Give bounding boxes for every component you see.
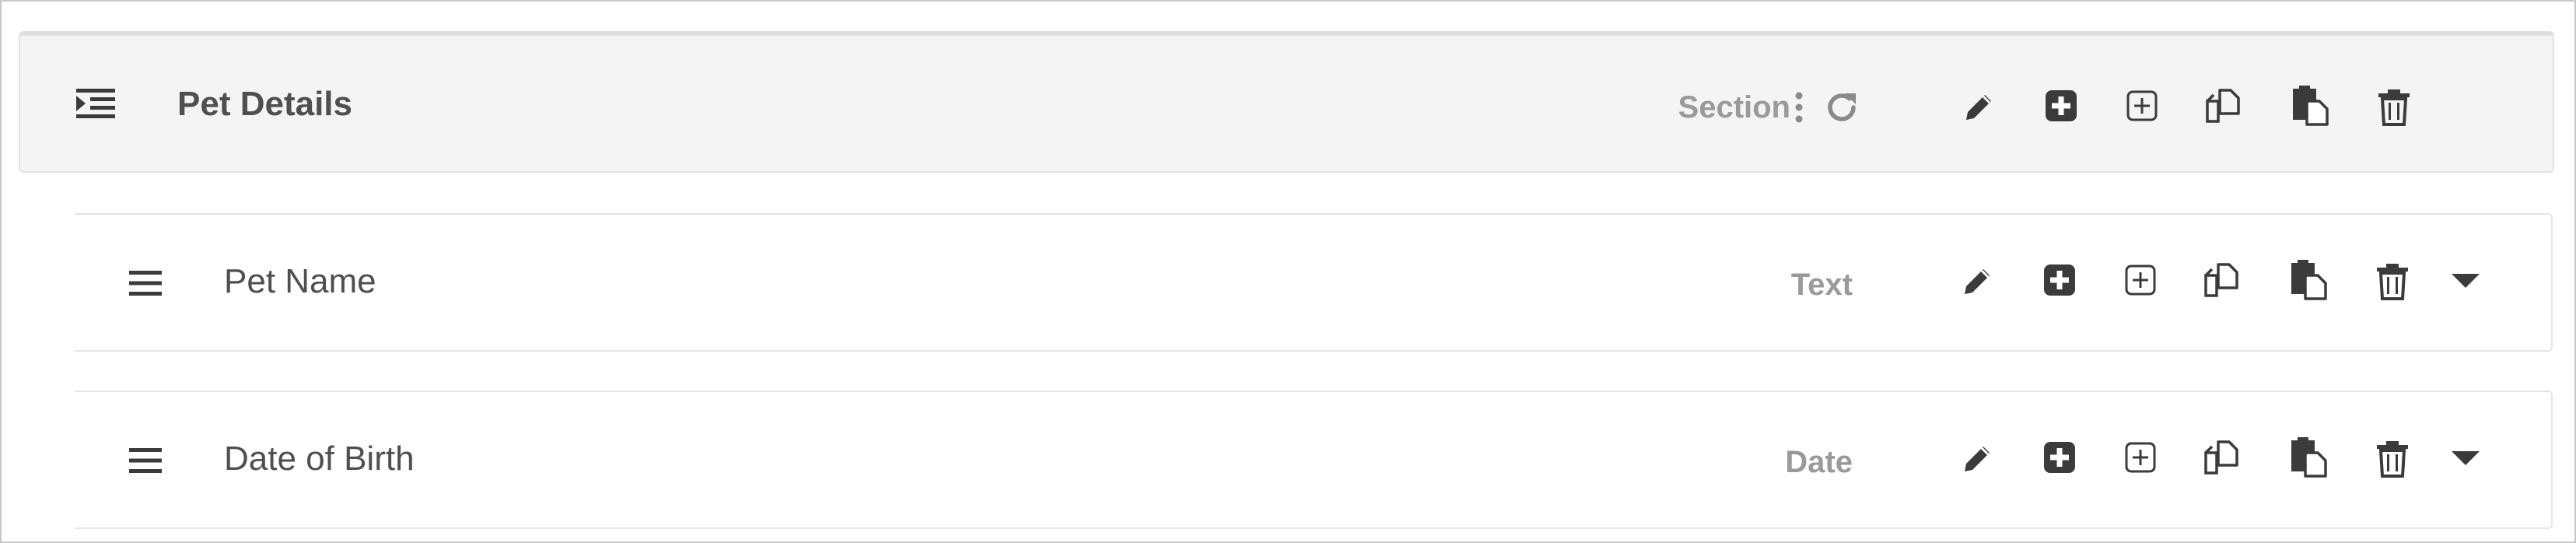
- pencil-icon[interactable]: [1958, 440, 1996, 478]
- field-title: Pet Name: [224, 262, 376, 300]
- trash-icon[interactable]: [2375, 263, 2410, 300]
- field-row-pet-name[interactable]: Pet Name Text: [75, 213, 2553, 352]
- field-type-label: Date: [1785, 445, 1853, 479]
- plus-square-solid-icon[interactable]: [2041, 261, 2078, 299]
- paste-icon[interactable]: [2288, 437, 2329, 478]
- indent-icon[interactable]: [76, 87, 115, 120]
- section-row-pet-details[interactable]: Pet Details Section: [19, 31, 2554, 173]
- copy-icon[interactable]: [2203, 261, 2240, 299]
- plus-square-outline-icon[interactable]: [2123, 87, 2161, 124]
- caret-down-icon[interactable]: [2450, 271, 2481, 289]
- drag-handle-icon[interactable]: [129, 447, 162, 475]
- plus-square-outline-icon[interactable]: [2122, 261, 2159, 299]
- pencil-icon[interactable]: [1958, 263, 1996, 300]
- drag-handle-icon[interactable]: [129, 269, 162, 297]
- pencil-icon[interactable]: [1960, 89, 1997, 126]
- vertical-dots-icon[interactable]: [1794, 92, 1804, 123]
- plus-square-solid-icon[interactable]: [2042, 87, 2080, 124]
- trash-icon[interactable]: [2377, 89, 2411, 126]
- field-title: Date of Birth: [224, 440, 415, 478]
- trash-icon[interactable]: [2375, 440, 2410, 478]
- refresh-icon[interactable]: [1825, 90, 1859, 124]
- paste-icon[interactable]: [2288, 260, 2329, 300]
- copy-icon[interactable]: [2204, 87, 2242, 124]
- plus-square-outline-icon[interactable]: [2122, 439, 2159, 476]
- field-row-date-of-birth[interactable]: Date of Birth Date: [75, 391, 2553, 529]
- plus-square-solid-icon[interactable]: [2041, 439, 2078, 476]
- paste-icon[interactable]: [2290, 86, 2330, 126]
- copy-icon[interactable]: [2203, 439, 2240, 476]
- field-type-label: Text: [1790, 268, 1853, 302]
- section-type-label: Section: [1678, 90, 1790, 124]
- form-builder-frame: Pet Details Section Pet Name Text Date o…: [0, 0, 2576, 543]
- section-title: Pet Details: [177, 85, 352, 123]
- caret-down-icon[interactable]: [2450, 448, 2481, 467]
